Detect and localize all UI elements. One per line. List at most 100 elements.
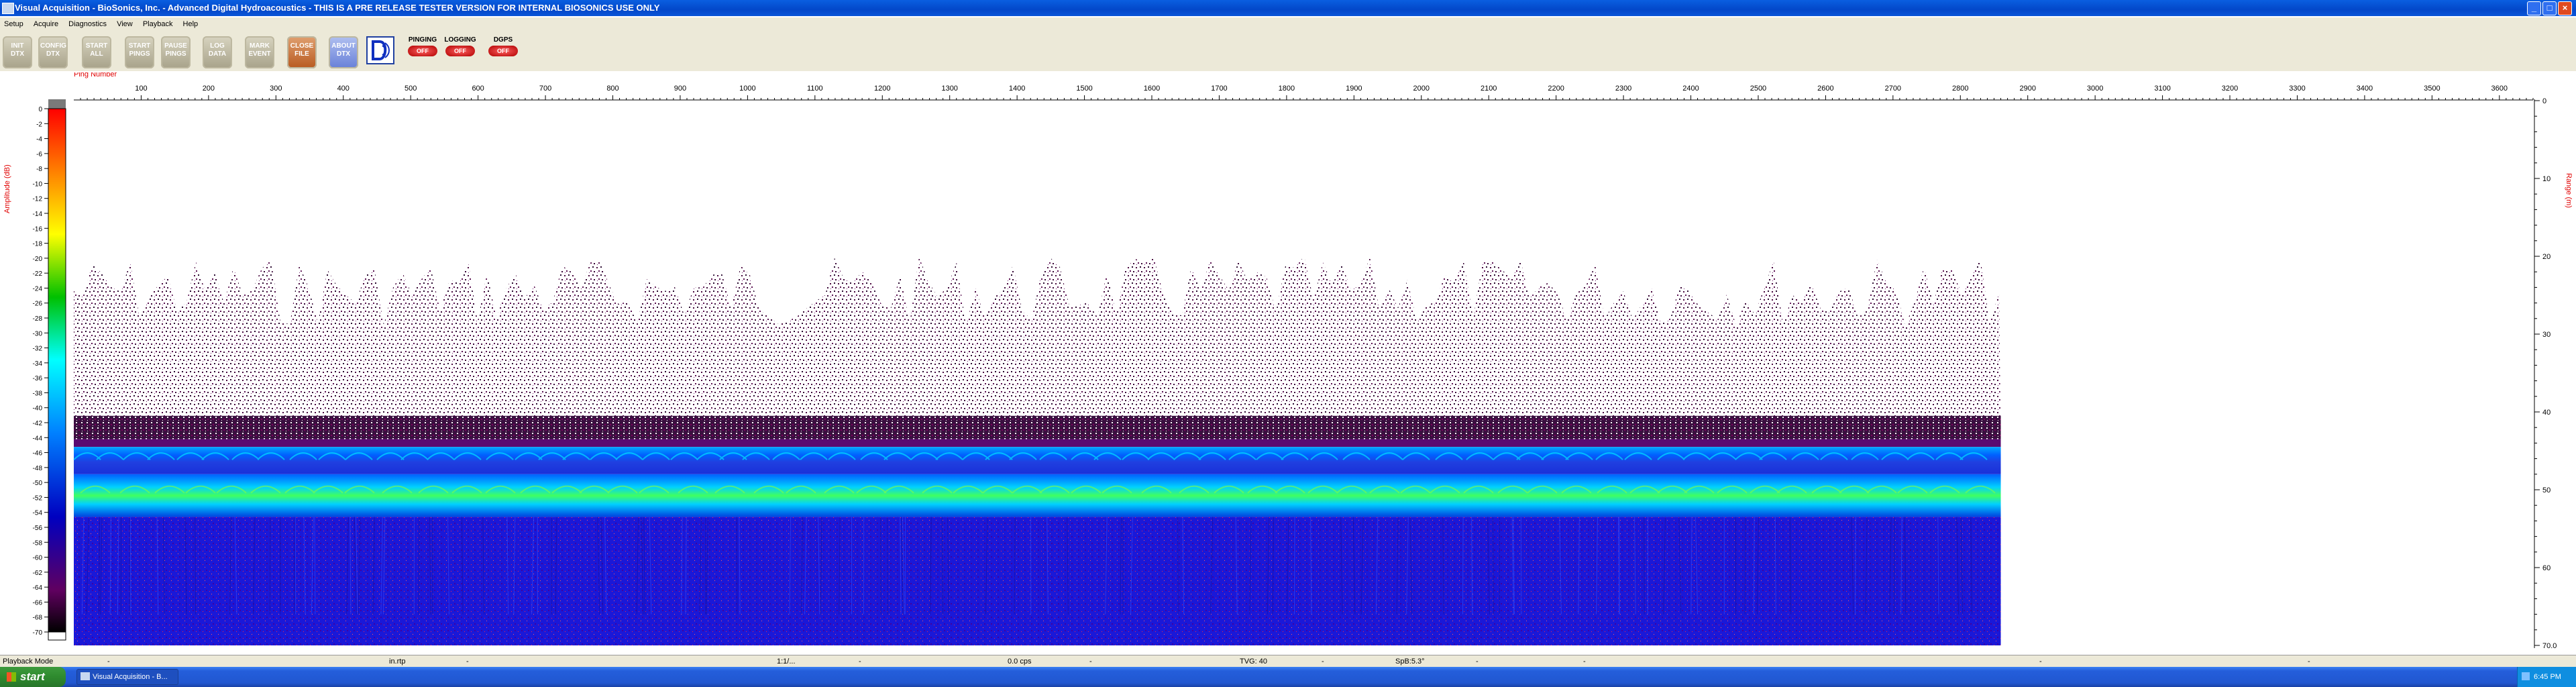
colorbar-tick-label: -70 <box>33 629 43 637</box>
config-dtx-button[interactable]: CONFIG DTX <box>38 36 68 68</box>
x-tick-label: 2100 <box>1481 85 1497 93</box>
close-button[interactable]: × <box>2558 1 2572 15</box>
colorbar-top-swatch <box>48 99 66 109</box>
pause-pings-button[interactable]: PAUSE PINGS <box>161 36 191 68</box>
x-tick-label: 3400 <box>2357 85 2373 93</box>
sub-bottom <box>74 517 2001 645</box>
range-axis-ticks: 0 10 20 30 40 50 60 70.0 <box>2534 97 2557 650</box>
status-field-13: - <box>2039 657 2042 666</box>
menu-setup[interactable]: Setup <box>0 17 28 28</box>
colorbar-tick-label: -22 <box>33 270 43 278</box>
x-tick-label: 2500 <box>1750 85 1766 93</box>
range-tick-label: 70.0 <box>2542 642 2557 650</box>
taskbar-item-visual-acquisition[interactable]: Visual Acquisition - B... <box>76 669 178 685</box>
colorbar-tick-label: -62 <box>33 570 43 577</box>
tray-network-icon[interactable] <box>2522 672 2530 680</box>
colorbar-gradient <box>48 108 66 633</box>
x-tick-label: 2900 <box>2019 85 2035 93</box>
colorbar-tick-label: -66 <box>33 599 43 606</box>
biosonics-logo-icon[interactable] <box>366 36 394 64</box>
menu-bar: Setup Acquire Diagnostics View Playback … <box>0 17 2576 31</box>
colorbar-tick-label: -10 <box>33 180 43 188</box>
colorbar-tick-label: -60 <box>33 555 43 562</box>
menu-view[interactable]: View <box>113 17 137 28</box>
status-field-3: - <box>466 657 469 666</box>
app-window-icon <box>80 672 90 680</box>
mark-event-button[interactable]: MARK EVENT <box>245 36 274 68</box>
start-pings-button[interactable]: START PINGS <box>125 36 154 68</box>
colorbar-label: Amplitude (dB) <box>3 164 11 213</box>
start-all-button[interactable]: START ALL <box>82 36 111 68</box>
maximize-button[interactable]: □ <box>2542 1 2557 15</box>
x-axis-ticks: 100 200 300 400 500 600 700 800 900 1000 1100 1200 1… <box>80 85 2534 100</box>
status-field-5: - <box>859 657 861 666</box>
x-tick-label: 600 <box>472 85 484 93</box>
x-tick-label: 500 <box>405 85 417 93</box>
x-tick-label: 1800 <box>1279 85 1295 93</box>
menu-acquire[interactable]: Acquire <box>30 17 62 28</box>
colorbar-tick-label: -8 <box>36 166 42 173</box>
x-tick-label: 900 <box>674 85 686 93</box>
x-tick-label: 3000 <box>2087 85 2103 93</box>
colorbar-tick-label: -64 <box>33 584 43 592</box>
status-rate: 0.0 cps <box>1008 657 1032 666</box>
bottom-body <box>74 474 2001 517</box>
status-spb: SpB:5.3° <box>1395 657 1425 666</box>
x-tick-label: 3200 <box>2222 85 2238 93</box>
x-tick-label: 1200 <box>874 85 890 93</box>
dgps-indicator: DGPS OFF <box>486 36 521 68</box>
colorbar-tick-label: 0 <box>38 106 42 113</box>
status-field-11: - <box>1476 657 1479 666</box>
x-tick-label: 1700 <box>1211 85 1227 93</box>
log-data-button[interactable]: LOG DATA <box>203 36 232 68</box>
menu-playback[interactable]: Playback <box>139 17 177 28</box>
colorbar-tick-label: -28 <box>33 315 43 323</box>
clock: 6:45 PM <box>2534 673 2561 681</box>
x-tick-label: 400 <box>337 85 350 93</box>
minimize-button[interactable]: _ <box>2527 1 2541 15</box>
close-file-button[interactable]: CLOSE FILE <box>287 36 317 68</box>
status-field-12: - <box>1583 657 1586 666</box>
colorbar-tick-label: -20 <box>33 256 43 263</box>
x-tick-label: 1400 <box>1009 85 1025 93</box>
taskbar: start Visual Acquisition - B... 6:45 PM <box>0 667 2576 687</box>
colorbar-tick-label: -46 <box>33 450 43 458</box>
colorbar-tick-label: -50 <box>33 480 43 487</box>
x-tick-label: 300 <box>270 85 282 93</box>
init-dtx-button[interactable]: INIT DTX <box>3 36 32 68</box>
colorbar-tick-label: -32 <box>33 346 43 353</box>
echogram-chart[interactable]: Amplitude (dB) 0 -2 -4 -6 -8 -10 -12 -14 -16 -18 -… <box>0 72 2576 655</box>
about-dtx-button[interactable]: ABOUT DTX <box>329 36 358 68</box>
title-bar: Visual Acquisition - BioSonics, Inc. - A… <box>0 0 2576 16</box>
echogram-area <box>73 256 2001 645</box>
x-tick-label: 2700 <box>1885 85 1901 93</box>
x-tick-label: 2800 <box>1952 85 1968 93</box>
x-tick-label: 2600 <box>1817 85 1833 93</box>
colorbar-tick-label: -58 <box>33 539 43 547</box>
x-tick-label: 1600 <box>1144 85 1160 93</box>
range-tick-label: 50 <box>2542 486 2551 494</box>
range-tick-label: 10 <box>2542 175 2551 183</box>
water-column-scatter <box>74 256 2001 439</box>
echo-streak <box>1177 517 1179 615</box>
menu-help[interactable]: Help <box>179 17 203 28</box>
system-tray: 6:45 PM <box>2517 667 2576 687</box>
x-tick-label: 1300 <box>941 85 957 93</box>
amplitude-colorbar <box>48 99 66 641</box>
status-tvg: TVG: 40 <box>1240 657 1267 666</box>
logging-indicator: LOGGING OFF <box>443 36 478 68</box>
status-ratio: 1:1/... <box>777 657 796 666</box>
status-field-7: - <box>1089 657 1092 666</box>
status-field-14: - <box>2308 657 2310 666</box>
colorbar-tick-label: -68 <box>33 615 43 622</box>
window-title: Visual Acquisition - BioSonics, Inc. - A… <box>15 3 660 13</box>
x-tick-label: 200 <box>203 85 215 93</box>
start-button[interactable]: start <box>0 667 66 687</box>
colorbar-tick-label: -38 <box>33 390 43 397</box>
x-tick-label: 3300 <box>2289 85 2305 93</box>
menu-diagnostics[interactable]: Diagnostics <box>64 17 111 28</box>
pinging-indicator: PINGING OFF <box>405 36 440 68</box>
x-tick-label: 2000 <box>1413 85 1430 93</box>
colorbar-bottom-swatch <box>48 631 66 641</box>
status-field-9: - <box>1322 657 1324 666</box>
